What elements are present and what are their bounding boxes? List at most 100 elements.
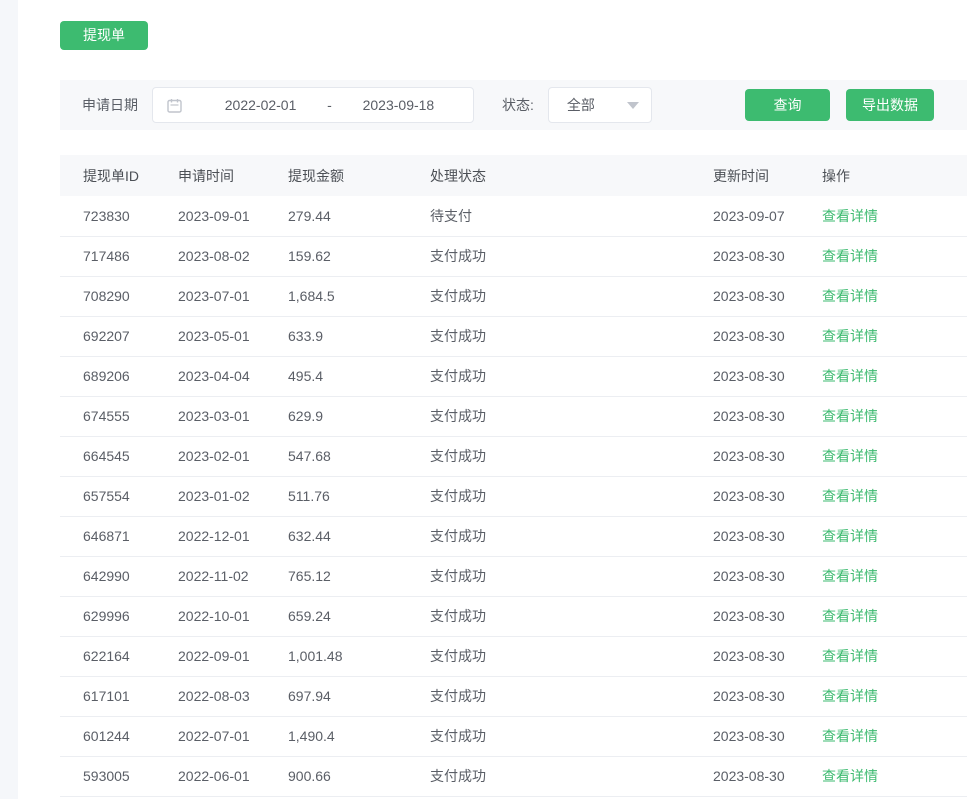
view-details-link[interactable]: 查看详情 <box>822 208 878 224</box>
cell-status: 支付成功 <box>430 636 713 676</box>
withdrawal-tab-button[interactable]: 提现单 <box>60 21 148 50</box>
cell-apply-time: 2023-04-04 <box>178 356 288 396</box>
status-label: 状态: <box>502 95 534 115</box>
cell-id: 617101 <box>60 676 178 716</box>
cell-action: 查看详情 <box>822 516 967 556</box>
cell-apply-time: 2023-01-02 <box>178 476 288 516</box>
view-details-link[interactable]: 查看详情 <box>822 568 878 584</box>
cell-amount: 511.76 <box>288 476 430 516</box>
view-details-link[interactable]: 查看详情 <box>822 728 878 744</box>
table-row: 6429902022-11-02765.12支付成功2023-08-30查看详情 <box>60 556 967 596</box>
cell-id: 723830 <box>60 196 178 236</box>
table-row: 6745552023-03-01629.9支付成功2023-08-30查看详情 <box>60 396 967 436</box>
cell-apply-time: 2023-08-02 <box>178 236 288 276</box>
cell-update-time: 2023-08-30 <box>713 676 822 716</box>
cell-apply-time: 2022-10-01 <box>178 596 288 636</box>
cell-update-time: 2023-08-30 <box>713 556 822 596</box>
cell-action: 查看详情 <box>822 756 967 796</box>
cell-status: 支付成功 <box>430 316 713 356</box>
cell-apply-time: 2022-06-01 <box>178 756 288 796</box>
view-details-link[interactable]: 查看详情 <box>822 648 878 664</box>
view-details-link[interactable]: 查看详情 <box>822 528 878 544</box>
cell-action: 查看详情 <box>822 436 967 476</box>
cell-status: 支付成功 <box>430 356 713 396</box>
date-start-value[interactable]: 2022-02-01 <box>198 97 323 113</box>
view-details-link[interactable]: 查看详情 <box>822 608 878 624</box>
cell-status: 支付成功 <box>430 396 713 436</box>
view-details-link[interactable]: 查看详情 <box>822 288 878 304</box>
cell-update-time: 2023-08-30 <box>713 236 822 276</box>
view-details-link[interactable]: 查看详情 <box>822 368 878 384</box>
view-details-link[interactable]: 查看详情 <box>822 328 878 344</box>
cell-amount: 629.9 <box>288 396 430 436</box>
cell-id: 593005 <box>60 756 178 796</box>
view-details-link[interactable]: 查看详情 <box>822 448 878 464</box>
view-details-link[interactable]: 查看详情 <box>822 768 878 784</box>
cell-status: 待支付 <box>430 196 713 236</box>
view-details-link[interactable]: 查看详情 <box>822 248 878 264</box>
cell-status: 支付成功 <box>430 596 713 636</box>
cell-id: 674555 <box>60 396 178 436</box>
col-header-amount: 提现金额 <box>288 155 430 196</box>
cell-amount: 1,684.5 <box>288 276 430 316</box>
cell-update-time: 2023-08-30 <box>713 276 822 316</box>
cell-action: 查看详情 <box>822 196 967 236</box>
table-body: 7238302023-09-01279.44待支付2023-09-07查看详情7… <box>60 196 967 796</box>
table-row: 6892062023-04-04495.4支付成功2023-08-30查看详情 <box>60 356 967 396</box>
calendar-icon <box>167 98 182 113</box>
cell-id: 642990 <box>60 556 178 596</box>
cell-status: 支付成功 <box>430 236 713 276</box>
export-data-button[interactable]: 导出数据 <box>846 89 934 121</box>
table-row: 7174862023-08-02159.62支付成功2023-08-30查看详情 <box>60 236 967 276</box>
filter-actions: 查询 导出数据 <box>745 89 934 121</box>
cell-action: 查看详情 <box>822 356 967 396</box>
table-row: 6575542023-01-02511.76支付成功2023-08-30查看详情 <box>60 476 967 516</box>
cell-apply-time: 2023-03-01 <box>178 396 288 436</box>
col-header-apply-time: 申请时间 <box>178 155 288 196</box>
cell-apply-time: 2023-05-01 <box>178 316 288 356</box>
cell-id: 664545 <box>60 436 178 476</box>
col-header-update-time: 更新时间 <box>713 155 822 196</box>
cell-amount: 547.68 <box>288 436 430 476</box>
cell-id: 717486 <box>60 236 178 276</box>
cell-status: 支付成功 <box>430 436 713 476</box>
cell-apply-time: 2022-11-02 <box>178 556 288 596</box>
date-separator: - <box>323 97 336 113</box>
cell-id: 646871 <box>60 516 178 556</box>
cell-apply-time: 2022-08-03 <box>178 676 288 716</box>
query-button[interactable]: 查询 <box>745 89 830 121</box>
chevron-down-icon <box>627 102 639 109</box>
view-details-link[interactable]: 查看详情 <box>822 488 878 504</box>
cell-update-time: 2023-08-30 <box>713 756 822 796</box>
col-header-status: 处理状态 <box>430 155 713 196</box>
table-header-row: 提现单ID 申请时间 提现金额 处理状态 更新时间 操作 <box>60 155 967 196</box>
cell-action: 查看详情 <box>822 396 967 436</box>
cell-action: 查看详情 <box>822 476 967 516</box>
left-edge-strip <box>0 0 18 799</box>
cell-action: 查看详情 <box>822 636 967 676</box>
date-range-input[interactable]: 2022-02-01 - 2023-09-18 <box>152 87 474 123</box>
status-selected-value: 全部 <box>567 95 595 115</box>
cell-amount: 495.4 <box>288 356 430 396</box>
cell-id: 629996 <box>60 596 178 636</box>
view-details-link[interactable]: 查看详情 <box>822 688 878 704</box>
date-end-value[interactable]: 2023-09-18 <box>336 97 461 113</box>
cell-amount: 765.12 <box>288 556 430 596</box>
view-details-link[interactable]: 查看详情 <box>822 408 878 424</box>
cell-apply-time: 2022-09-01 <box>178 636 288 676</box>
cell-status: 支付成功 <box>430 476 713 516</box>
col-header-id: 提现单ID <box>60 155 178 196</box>
cell-status: 支付成功 <box>430 556 713 596</box>
cell-update-time: 2023-08-30 <box>713 436 822 476</box>
filter-bar: 申请日期 2022-02-01 - 2023-09-18 状态: 全部 查询 导… <box>60 80 967 130</box>
cell-update-time: 2023-08-30 <box>713 596 822 636</box>
table-row: 5930052022-06-01900.66支付成功2023-08-30查看详情 <box>60 756 967 796</box>
cell-amount: 632.44 <box>288 516 430 556</box>
cell-amount: 1,490.4 <box>288 716 430 756</box>
cell-action: 查看详情 <box>822 316 967 356</box>
cell-amount: 659.24 <box>288 596 430 636</box>
status-select[interactable]: 全部 <box>548 87 652 123</box>
cell-status: 支付成功 <box>430 676 713 716</box>
cell-id: 692207 <box>60 316 178 356</box>
cell-id: 708290 <box>60 276 178 316</box>
